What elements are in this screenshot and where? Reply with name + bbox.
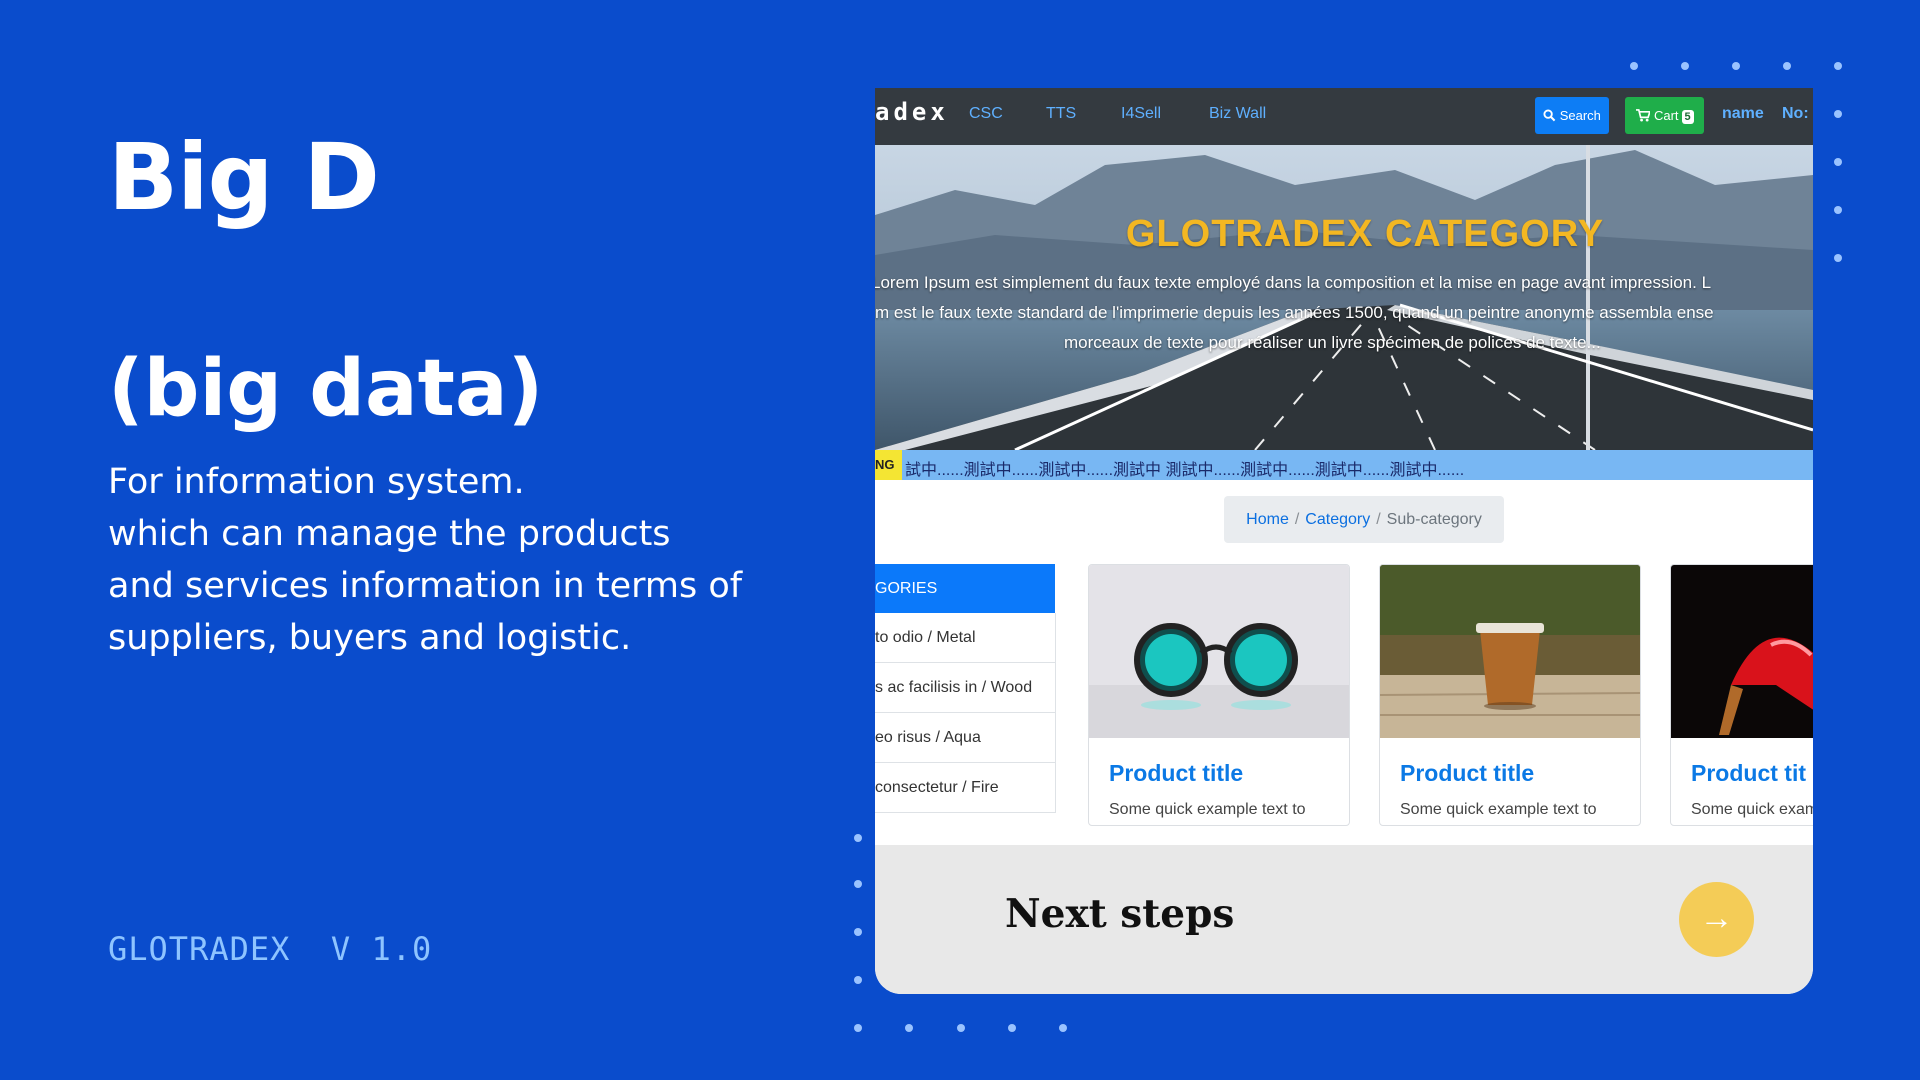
product-card[interactable]: Product title Some quick example text to bbox=[1379, 564, 1641, 826]
nav-link-i4sell[interactable]: I4Sell bbox=[1121, 105, 1161, 123]
decorative-dot bbox=[854, 976, 862, 984]
search-button[interactable]: Search bbox=[1535, 97, 1609, 134]
decorative-dot bbox=[1681, 62, 1689, 70]
breadcrumb-category-link[interactable]: Category bbox=[1305, 511, 1370, 528]
next-steps-button[interactable]: → bbox=[1679, 882, 1754, 957]
search-button-label: Search bbox=[1559, 108, 1601, 123]
breadcrumb-separator: / bbox=[1294, 511, 1300, 528]
decorative-dot bbox=[1783, 62, 1791, 70]
category-item[interactable]: s ac facilisis in / Wood bbox=[875, 663, 1056, 713]
decorative-dot bbox=[1834, 110, 1842, 118]
product-image-sunglasses bbox=[1089, 565, 1349, 738]
hero-text-line: m est le faux texte standard de l'imprim… bbox=[875, 303, 1714, 322]
next-steps-panel: Next steps → bbox=[875, 845, 1813, 994]
product-image-coffee-cup bbox=[1380, 565, 1640, 738]
hero-text-line: Lorem Ipsum est simplement du faux texte… bbox=[875, 273, 1712, 292]
hero-banner: GLOTRADEX CATEGORY Lorem Ipsum est simpl… bbox=[875, 145, 1813, 450]
ticker-text: 試中......測試中......測試中......測試中 測試中......測… bbox=[905, 462, 1465, 479]
decorative-dot bbox=[854, 834, 862, 842]
hero-title: GLOTRADEX CATEGORY bbox=[1125, 213, 1605, 255]
decorative-dot bbox=[1834, 158, 1842, 166]
breadcrumb: Home / Category / Sub-category bbox=[1224, 496, 1504, 543]
version-label: GLOTRADEX V 1.0 bbox=[108, 930, 433, 968]
arrow-right-icon: → bbox=[1699, 899, 1734, 937]
category-item[interactable]: eo risus / Aqua bbox=[875, 713, 1056, 763]
decorative-dot bbox=[854, 1024, 862, 1032]
user-name-link[interactable]: name bbox=[1722, 105, 1764, 123]
app-screenshot: adex CSC TTS I4Sell Biz Wall Search Cart… bbox=[875, 88, 1813, 994]
decorative-dot bbox=[1059, 1024, 1067, 1032]
ticker-tag: NG bbox=[875, 450, 902, 480]
breadcrumb-current: Sub-category bbox=[1386, 511, 1482, 528]
categories-header: GORIES bbox=[875, 564, 1055, 613]
decorative-dot bbox=[905, 1024, 913, 1032]
decorative-dot bbox=[854, 880, 862, 888]
description-line: For information system. bbox=[108, 462, 525, 502]
page-title: Big D bbox=[108, 124, 380, 231]
description: For information system. which can manage… bbox=[108, 456, 748, 664]
next-steps-label: Next steps bbox=[1005, 891, 1235, 937]
cart-button-label: Cart bbox=[1653, 108, 1679, 123]
decorative-dot bbox=[1834, 62, 1842, 70]
cart-count-badge: 5 bbox=[1681, 110, 1694, 124]
decorative-dot bbox=[1732, 62, 1740, 70]
news-ticker: NG 試中......測試中......測試中......測試中 測試中....… bbox=[875, 450, 1813, 480]
product-description: Some quick example text to bbox=[1400, 801, 1597, 818]
product-title[interactable]: Product title bbox=[1400, 760, 1534, 787]
decorative-dot bbox=[1630, 62, 1638, 70]
nav-link-biz-wall[interactable]: Biz Wall bbox=[1209, 105, 1266, 123]
hero-background-image bbox=[875, 145, 1813, 450]
product-title[interactable]: Product title bbox=[1109, 760, 1243, 787]
category-item[interactable]: consectetur / Fire bbox=[875, 763, 1056, 813]
cart-icon bbox=[1636, 109, 1652, 122]
description-line: which can manage the products bbox=[108, 514, 671, 554]
description-line: suppliers, buyers and logistic. bbox=[108, 618, 632, 658]
product-image-red-high-heel bbox=[1671, 565, 1813, 738]
decorative-dot bbox=[1834, 254, 1842, 262]
user-number-link[interactable]: No: bbox=[1782, 105, 1809, 123]
product-description: Some quick exam bbox=[1691, 801, 1813, 818]
category-item[interactable]: to odio / Metal bbox=[875, 613, 1056, 663]
hero-text-line: morceaux de texte pour réaliser un livre… bbox=[1064, 333, 1601, 352]
breadcrumb-home-link[interactable]: Home bbox=[1246, 511, 1289, 528]
product-title[interactable]: Product tit bbox=[1691, 760, 1806, 787]
nav-link-tts[interactable]: TTS bbox=[1046, 105, 1076, 123]
product-description: Some quick example text to bbox=[1109, 801, 1306, 818]
search-icon bbox=[1543, 109, 1556, 122]
decorative-dot bbox=[1008, 1024, 1016, 1032]
decorative-dot bbox=[957, 1024, 965, 1032]
nav-link-csc[interactable]: CSC bbox=[969, 105, 1003, 123]
page-subtitle: (big data) bbox=[108, 344, 544, 434]
decorative-dot bbox=[1834, 206, 1842, 214]
decorative-dot bbox=[854, 928, 862, 936]
description-line: and services information in terms of bbox=[108, 566, 743, 606]
product-card[interactable]: Product title Some quick example text to bbox=[1088, 564, 1350, 826]
product-card[interactable]: Product tit Some quick exam bbox=[1670, 564, 1813, 826]
breadcrumb-separator: / bbox=[1376, 511, 1381, 528]
navbar: adex CSC TTS I4Sell Biz Wall Search Cart… bbox=[875, 88, 1813, 145]
cart-button[interactable]: Cart 5 bbox=[1625, 97, 1704, 134]
brand-logo[interactable]: adex bbox=[875, 98, 949, 126]
